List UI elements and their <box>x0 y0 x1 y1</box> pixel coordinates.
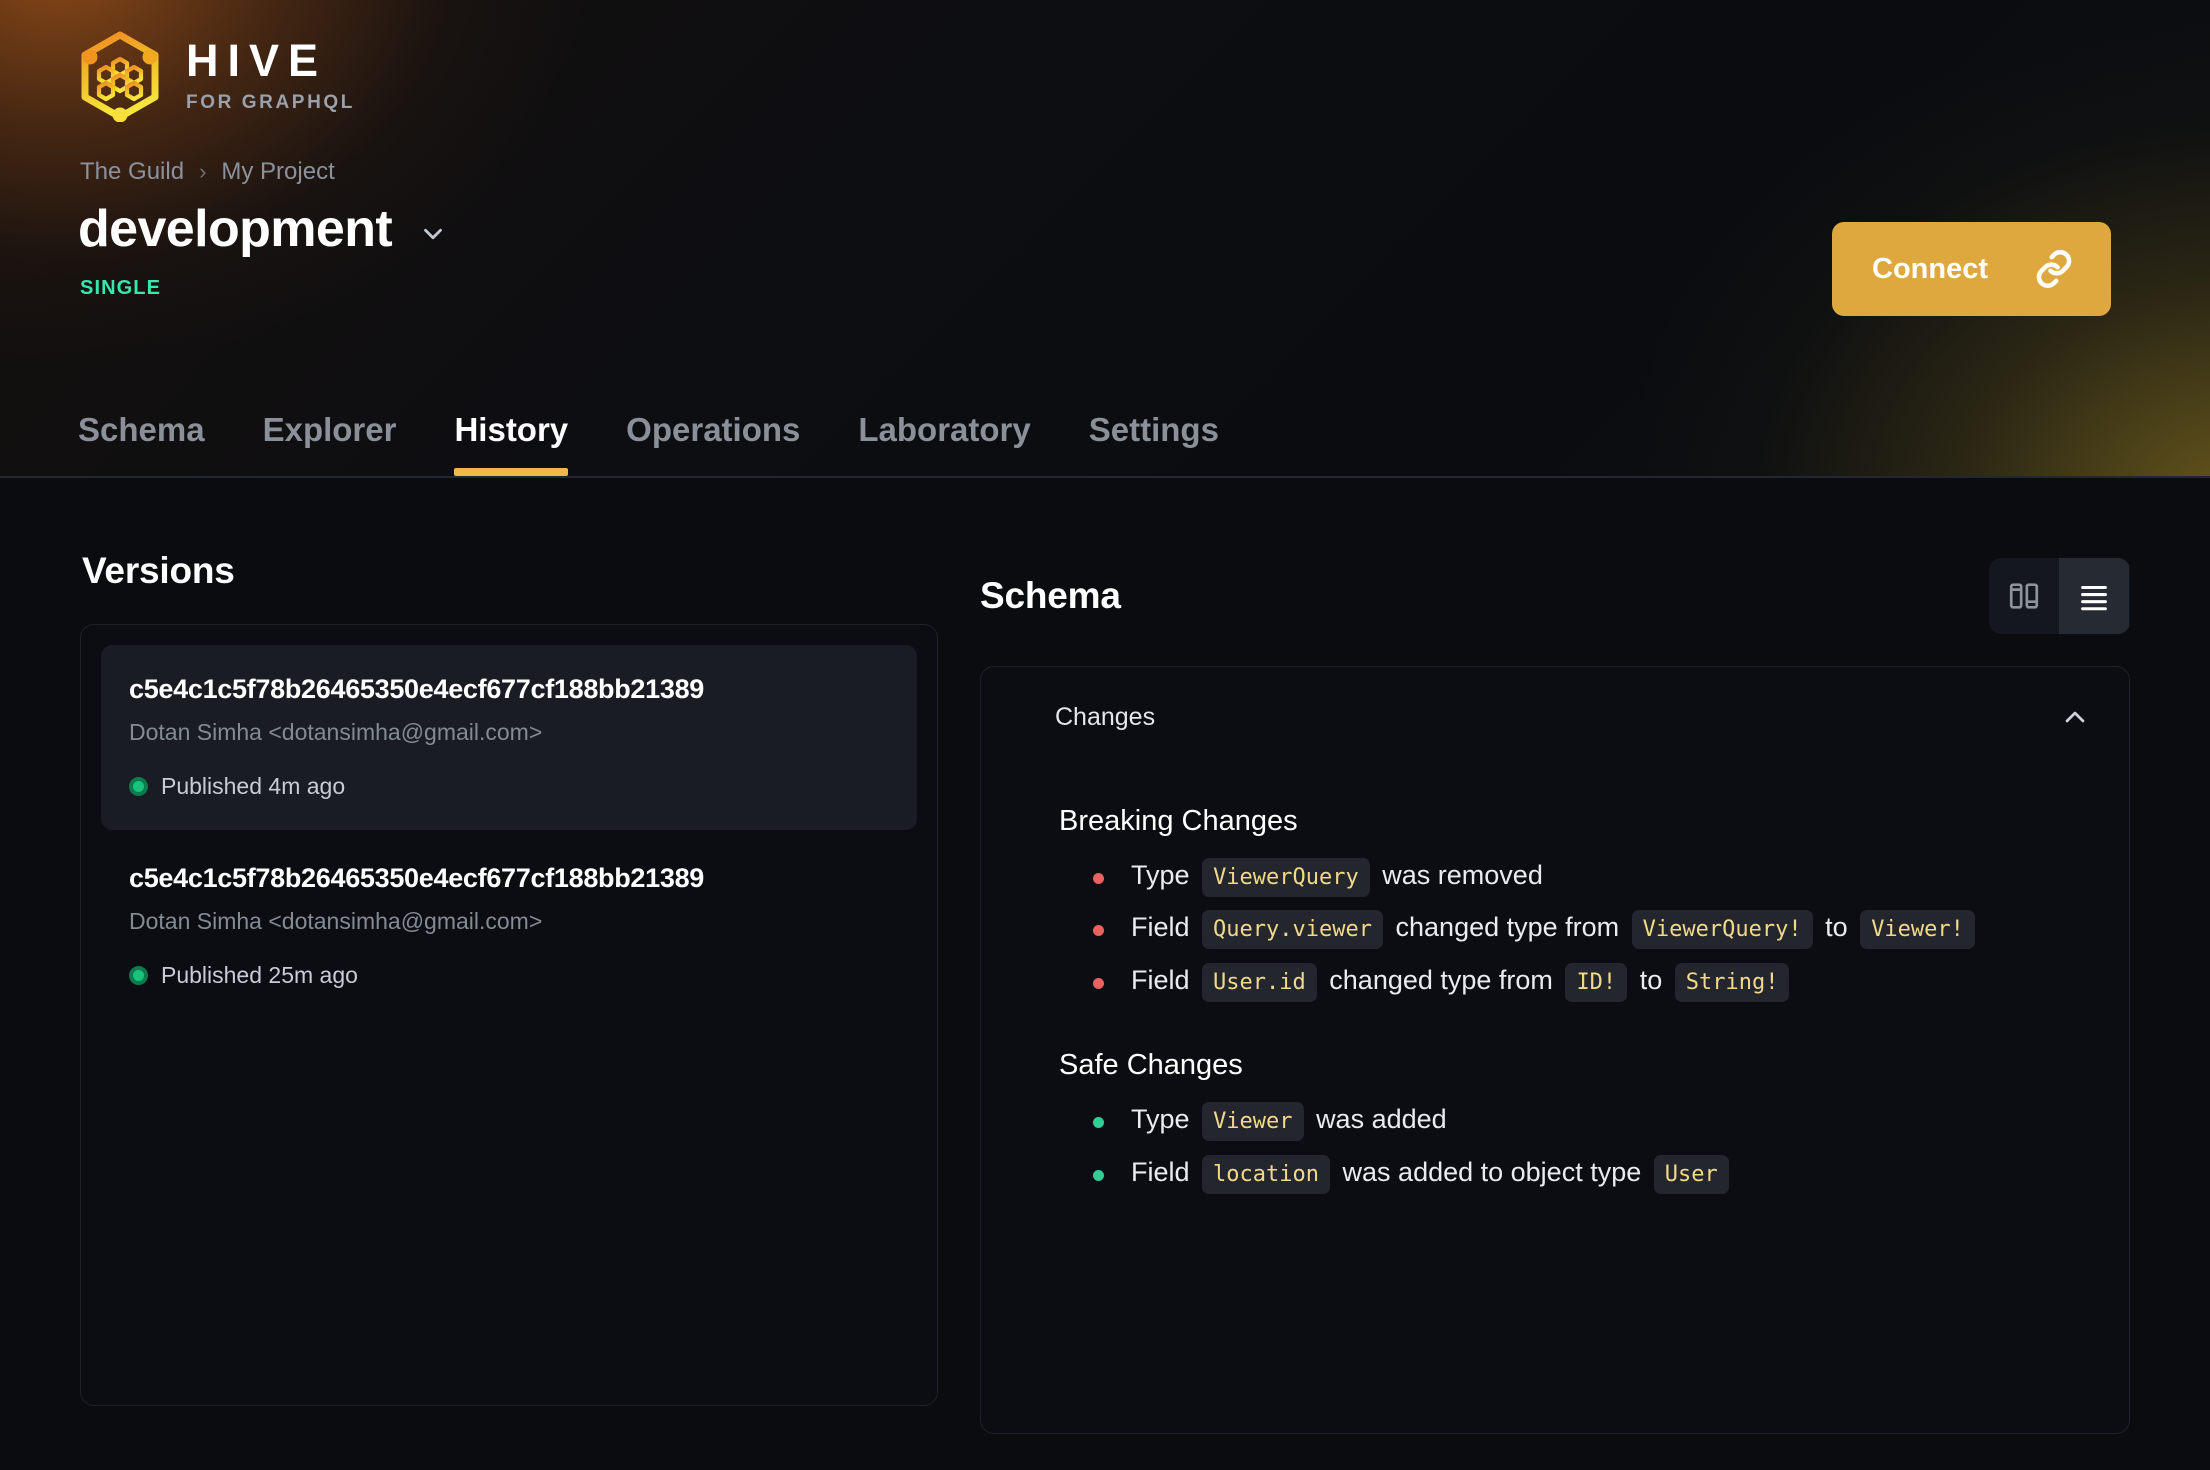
changes-body: Breaking Changes Type ViewerQuery was re… <box>981 767 2129 1195</box>
status-badge: SINGLE <box>80 277 162 299</box>
connect-button[interactable]: Connect <box>1832 222 2111 316</box>
change-list-item: Field User.id changed type from ID! to S… <box>1089 957 2089 1003</box>
page-title: development <box>78 200 393 258</box>
panels-layout-icon-button[interactable] <box>1989 558 2059 634</box>
code-chip: ViewerQuery! <box>1631 910 1813 950</box>
schema-panel: Changes Breaking Changes Type ViewerQuer… <box>980 666 2130 1434</box>
change-text: to <box>1825 912 1848 943</box>
list-view-icon-button[interactable] <box>2059 558 2129 634</box>
version-status: Published 25m ago <box>129 962 889 989</box>
safe-changes-list: Type Viewer was added Field location was… <box>1059 1096 2089 1195</box>
list-view-icon <box>2077 579 2111 613</box>
code-chip: Query.viewer <box>1202 910 1383 950</box>
change-text: Field <box>1131 1156 1190 1187</box>
change-list-item: Field Query.viewer changed type from Vie… <box>1089 904 2089 950</box>
change-list-item: Type ViewerQuery was removed <box>1089 852 2089 898</box>
version-list-item[interactable]: c5e4c1c5f78b26465350e4ecf677cf188bb21389… <box>101 834 917 1019</box>
safe-changes-title: Safe Changes <box>1059 1049 1243 1082</box>
schema-column: Schema Changes Breaking Changes Type Vie… <box>980 478 2130 1434</box>
version-status: Published 4m ago <box>129 773 889 800</box>
code-chip: User <box>1653 1154 1729 1194</box>
brand-name: HIVE <box>186 35 328 86</box>
schema-header: Schema <box>980 478 2130 634</box>
version-status-text: Published 25m ago <box>161 961 358 988</box>
versions-header: Versions <box>80 478 938 592</box>
version-hash: c5e4c1c5f78b26465350e4ecf677cf188bb21389 <box>129 674 704 704</box>
tab-settings[interactable]: Settings <box>1060 413 1248 476</box>
hive-hexagon-logo-icon <box>76 30 164 122</box>
view-mode-toggle <box>1989 558 2130 634</box>
schema-title: Schema <box>980 575 1121 616</box>
link-icon <box>2033 248 2075 290</box>
connect-button-label: Connect <box>1872 252 1988 285</box>
tab-explorer[interactable]: Explorer <box>234 413 426 476</box>
change-text: was added <box>1316 1104 1447 1135</box>
versions-title: Versions <box>82 550 235 591</box>
changes-label: Changes <box>1055 702 1156 731</box>
versions-panel: c5e4c1c5f78b26465350e4ecf677cf188bb21389… <box>80 624 938 1406</box>
tab-operations[interactable]: Operations <box>597 413 829 476</box>
brand-logo[interactable]: HIVE FOR GRAPHQL <box>76 30 355 122</box>
change-list-item: Field location was added to object type … <box>1089 1149 2089 1195</box>
breadcrumb-item-org[interactable]: The Guild <box>80 158 184 186</box>
version-list-item[interactable]: c5e4c1c5f78b26465350e4ecf677cf188bb21389… <box>101 645 917 830</box>
published-dot-icon <box>129 965 148 985</box>
code-chip: String! <box>1674 962 1790 1002</box>
breadcrumb-separator-icon: › <box>199 159 207 184</box>
code-chip: Viewer! <box>1860 910 1975 950</box>
change-text: Field <box>1131 912 1190 943</box>
version-author: Dotan Simha <dotansimha@gmail.com> <box>129 908 543 935</box>
change-text: was added to object type <box>1342 1156 1642 1187</box>
breaking-changes-title: Breaking Changes <box>1059 805 1298 837</box>
change-text: Field <box>1131 964 1190 995</box>
change-text: changed type from <box>1395 912 1620 943</box>
change-list-item: Type Viewer was added <box>1089 1096 2089 1142</box>
tab-schema[interactable]: Schema <box>78 413 234 476</box>
breadcrumb: The Guild › My Project <box>80 158 335 186</box>
breaking-changes-list: Type ViewerQuery was removed Field Query… <box>1059 852 2089 1003</box>
panels-layout-icon <box>2007 579 2041 613</box>
change-text: changed type from <box>1329 964 1553 995</box>
version-hash: c5e4c1c5f78b26465350e4ecf677cf188bb21389 <box>129 862 704 893</box>
versions-column: Versions c5e4c1c5f78b26465350e4ecf677cf1… <box>80 478 938 1406</box>
code-chip: Viewer <box>1202 1102 1304 1142</box>
change-text: to <box>1639 964 1663 995</box>
app-header: HIVE FOR GRAPHQL The Guild › My Project … <box>0 0 2210 478</box>
version-status-text: Published 4m ago <box>161 772 346 799</box>
brand-tagline: FOR GRAPHQL <box>186 92 355 113</box>
tab-history[interactable]: History <box>425 413 597 476</box>
code-chip: ID! <box>1565 962 1628 1002</box>
code-chip: location <box>1202 1154 1331 1194</box>
breadcrumb-item-project[interactable]: My Project <box>221 158 334 186</box>
change-text: was removed <box>1382 860 1543 890</box>
chevron-up-icon[interactable] <box>2059 701 2091 733</box>
chevron-down-icon[interactable] <box>418 211 448 249</box>
tab-laboratory[interactable]: Laboratory <box>829 413 1059 476</box>
main-content: Versions c5e4c1c5f78b26465350e4ecf677cf1… <box>0 478 2210 1470</box>
code-chip: ViewerQuery <box>1202 858 1370 897</box>
change-text: Type <box>1131 1104 1190 1135</box>
version-author: Dotan Simha <dotansimha@gmail.com> <box>129 719 543 746</box>
environment-selector[interactable]: development <box>78 200 448 260</box>
changes-section-toggle[interactable]: Changes <box>981 667 2129 767</box>
main-tabs: Schema Explorer History Operations Labor… <box>78 413 1248 476</box>
code-chip: User.id <box>1202 962 1317 1002</box>
brand-wordmark: HIVE FOR GRAPHQL <box>186 38 355 114</box>
published-dot-icon <box>129 776 148 796</box>
change-text: Type <box>1131 860 1190 890</box>
